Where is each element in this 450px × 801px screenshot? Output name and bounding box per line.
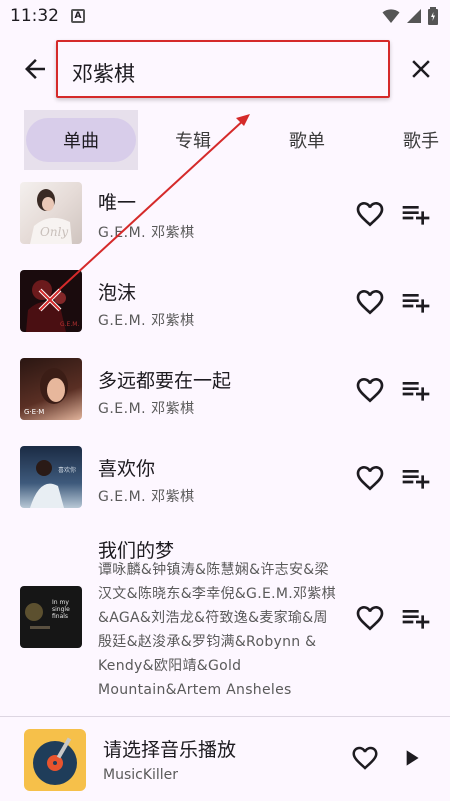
album-cover: In my single finals: [20, 586, 82, 648]
song-title: 唯一: [98, 192, 137, 214]
svg-text:In my: In my: [52, 599, 69, 606]
song-item[interactable]: In my single finals 我们的梦 谭咏麟&钟镇涛&陈慧娴&许志安&梁…: [0, 532, 450, 712]
vinyl-cover-icon: [24, 729, 86, 791]
album-cover: Only: [20, 182, 82, 244]
album-cover: G·E·M: [20, 358, 82, 420]
a-icon: A: [71, 9, 85, 23]
song-artist: G.E.M. 邓紫棋: [98, 313, 195, 329]
heart-outline-icon[interactable]: [350, 743, 380, 773]
svg-text:single: single: [52, 606, 70, 613]
tab-songs[interactable]: 单曲: [26, 118, 136, 162]
svg-text:finals: finals: [52, 613, 68, 620]
tab-artists[interactable]: 歌手: [376, 118, 450, 162]
song-title: 喜欢你: [98, 458, 156, 480]
tab-albums[interactable]: 专辑: [148, 118, 238, 162]
song-title: 泡沫: [98, 282, 137, 304]
song-artist: 谭咏麟&钟镇涛&陈慧娴&许志安&梁汉文&陈晓东&李幸倪&G.E.M.邓紫棋&AG…: [98, 562, 336, 698]
status-bar: 11:32 A: [0, 0, 450, 32]
playlist-add-icon[interactable]: [400, 462, 432, 494]
arrow-left-icon[interactable]: [20, 54, 50, 84]
signal-icon: [407, 9, 421, 23]
song-artist: G.E.M. 邓紫棋: [98, 401, 195, 417]
status-time: 11:32: [10, 6, 59, 26]
battery-icon: [428, 7, 438, 25]
heart-outline-icon[interactable]: [354, 602, 386, 634]
player-title: 请选择音乐播放: [103, 739, 237, 761]
song-item[interactable]: Only 唯一 G.E.M. 邓紫棋: [0, 180, 450, 260]
svg-text:Only: Only: [40, 225, 68, 239]
player-subtitle: MusicKiller: [103, 767, 179, 783]
result-tabs: 单曲 专辑 歌单 歌手: [0, 108, 450, 172]
search-query: 邓紫棋: [72, 62, 135, 86]
heart-outline-icon[interactable]: [354, 198, 386, 230]
playlist-add-icon[interactable]: [400, 198, 432, 230]
heart-outline-icon[interactable]: [354, 462, 386, 494]
tab-playlists[interactable]: 歌单: [262, 118, 352, 162]
heart-outline-icon[interactable]: [354, 374, 386, 406]
playlist-add-icon[interactable]: [400, 374, 432, 406]
song-artist: G.E.M. 邓紫棋: [98, 489, 195, 505]
album-cover: G.E.M.: [20, 270, 82, 332]
svg-text:G.E.M.: G.E.M.: [60, 321, 79, 328]
song-item[interactable]: 喜欢你 喜欢你 G.E.M. 邓紫棋: [0, 444, 450, 524]
search-bar: 邓紫棋: [0, 38, 450, 102]
heart-outline-icon[interactable]: [354, 286, 386, 318]
search-input[interactable]: 邓紫棋: [56, 40, 390, 98]
mini-player[interactable]: 请选择音乐播放 MusicKiller: [0, 717, 450, 801]
playlist-add-icon[interactable]: [400, 286, 432, 318]
song-artist: G.E.M. 邓紫棋: [98, 225, 195, 241]
svg-text:喜欢你: 喜欢你: [58, 466, 76, 474]
song-item[interactable]: G.E.M. 泡沫 G.E.M. 邓紫棋: [0, 268, 450, 348]
svg-text:G·E·M: G·E·M: [24, 408, 44, 416]
album-cover: 喜欢你: [20, 446, 82, 508]
song-title: 多远都要在一起: [98, 370, 232, 392]
wifi-icon: [382, 9, 400, 23]
song-item[interactable]: G·E·M 多远都要在一起 G.E.M. 邓紫棋: [0, 356, 450, 436]
play-icon[interactable]: [398, 745, 424, 771]
close-icon[interactable]: [406, 54, 436, 84]
status-icons: [382, 7, 438, 25]
playlist-add-icon[interactable]: [400, 602, 432, 634]
